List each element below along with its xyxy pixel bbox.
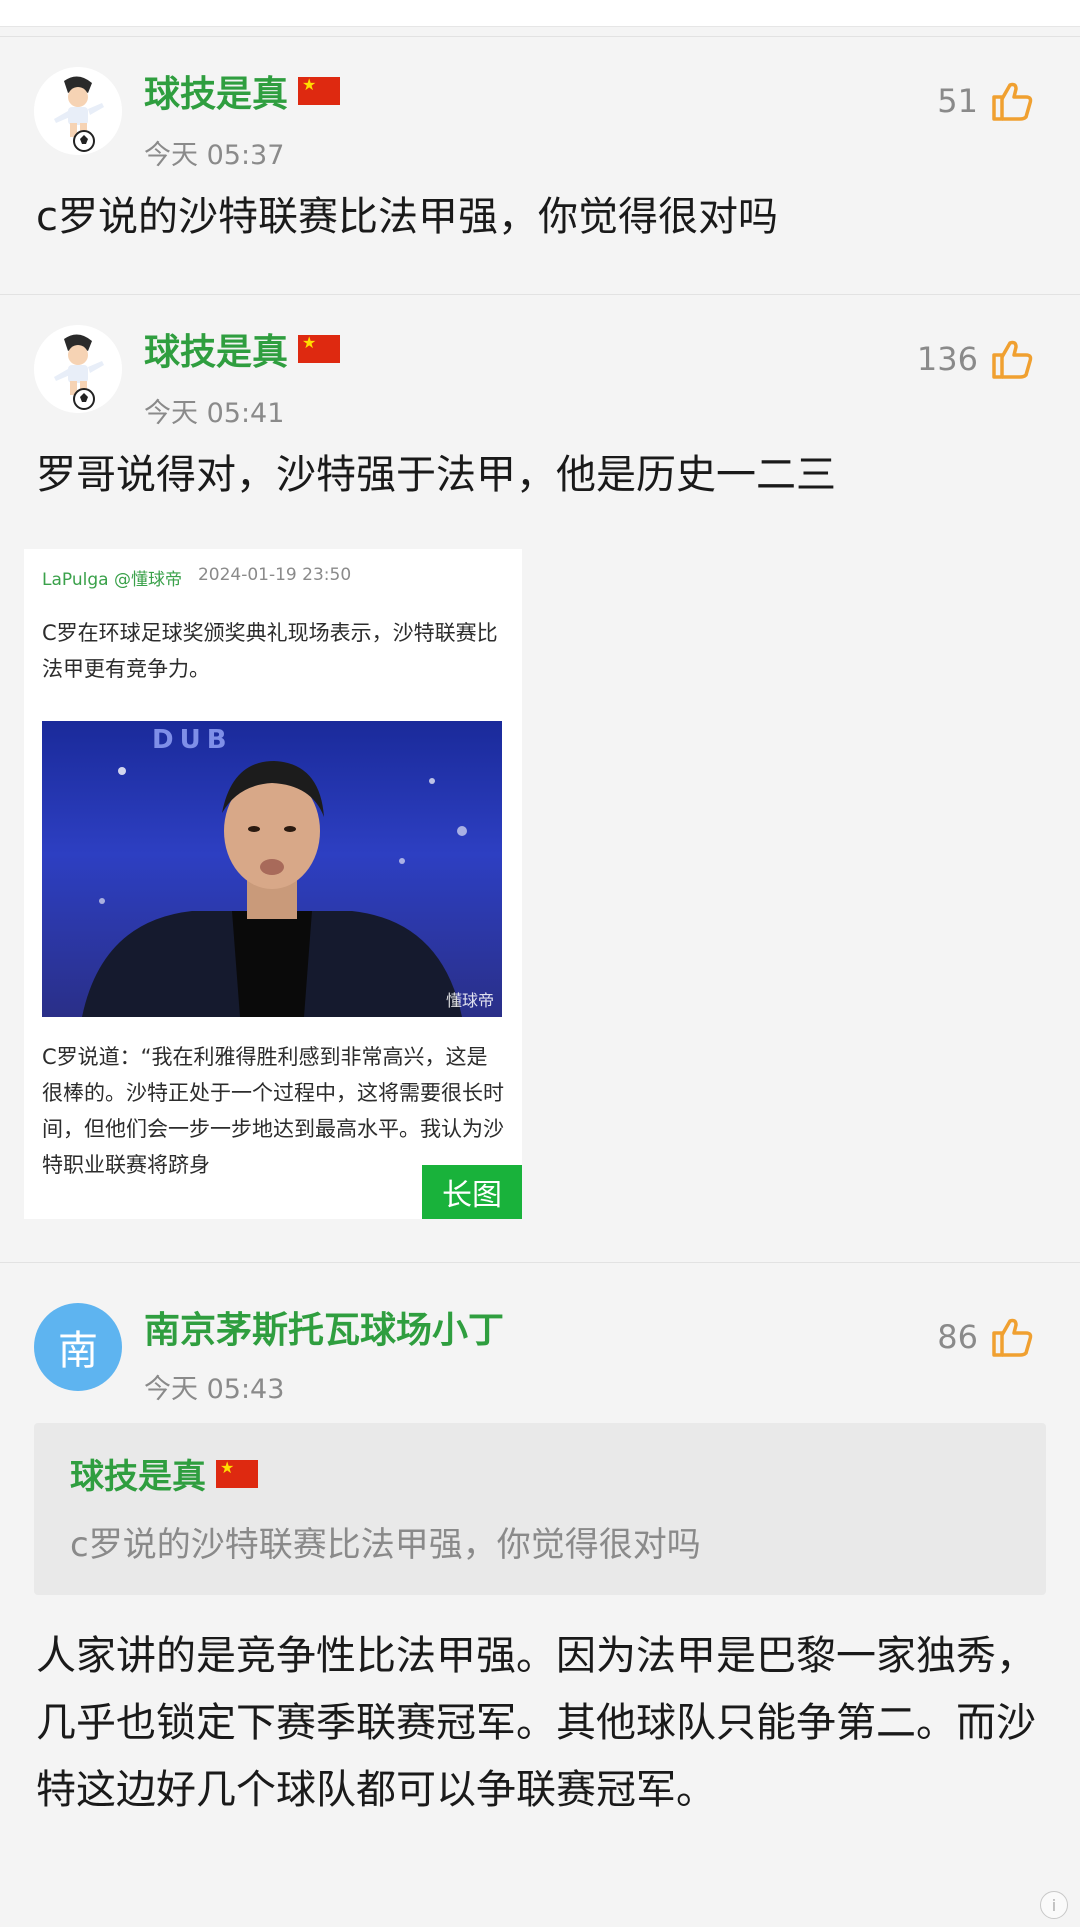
comment-text: 人家讲的是竞争性比法甲强。因为法甲是巴黎一家独秀，几乎也锁定下赛季联赛冠军。其他…	[36, 1633, 1036, 1813]
image-header: LaPulga @懂球帝 2024-01-19 23:50	[42, 565, 351, 590]
china-flag-icon: ★	[298, 76, 341, 105]
long-image-badge: 长图	[422, 1165, 522, 1219]
timestamp: 今天 05:43	[144, 1374, 285, 1405]
username[interactable]: 南京茅斯托瓦球场小丁	[144, 1301, 504, 1353]
comment-item: 南 南京茅斯托瓦球场小丁 今天 05:43 86 球技是真 ★ c罗说的沙特联赛…	[0, 1262, 1080, 1923]
timestamp: 今天 05:41	[144, 398, 285, 429]
quoted-username[interactable]: 球技是真 ★	[70, 1449, 258, 1498]
china-flag-icon: ★	[216, 1458, 258, 1488]
photo-bg-text: DUB	[152, 725, 233, 755]
quoted-comment[interactable]: 球技是真 ★ c罗说的沙特联赛比法甲强，你觉得很对吗	[34, 1423, 1046, 1595]
avatar[interactable]	[34, 67, 122, 155]
image-paragraph: C罗在环球足球奖颁奖典礼现场表示，沙特联赛比法甲更有竞争力。	[42, 621, 498, 681]
username[interactable]: 球技是真 ★	[144, 323, 341, 375]
photo-watermark: 懂球帝	[445, 991, 494, 1010]
username-text[interactable]: 球技是真	[144, 323, 288, 375]
username-text[interactable]: 南京茅斯托瓦球场小丁	[144, 1301, 504, 1353]
image-paragraph: C罗说道：“我在利雅得胜利感到非常高兴，这是很棒的。沙特正处于一个过程中，这将需…	[42, 1045, 504, 1177]
ronaldo-photo: DUB 懂球帝	[42, 721, 502, 1017]
cartoon-soccer-player-icon	[34, 67, 122, 155]
comment-text: 罗哥说得对，沙特强于法甲，他是历史一二三	[36, 452, 836, 498]
image-date: 2024-01-19 23:50	[197, 565, 352, 585]
ronaldo-portrait-icon	[82, 761, 467, 1017]
username-text[interactable]: 球技是真	[144, 65, 288, 117]
timestamp: 今天 05:37	[144, 140, 285, 171]
china-flag-icon: ★	[298, 334, 341, 363]
thumbs-up-icon	[992, 1318, 1033, 1357]
like-button[interactable]: 86	[937, 1313, 1036, 1361]
quoted-username-text[interactable]: 球技是真	[70, 1449, 206, 1498]
like-button[interactable]: 136	[917, 335, 1036, 383]
info-icon[interactable]: i	[1040, 1891, 1068, 1919]
comment-text: c罗说的沙特联赛比法甲强，你觉得很对吗	[36, 194, 778, 240]
username[interactable]: 球技是真 ★	[144, 65, 341, 117]
top-strip	[0, 0, 1080, 27]
avatar[interactable]: 南	[34, 1303, 122, 1391]
thumbs-up-icon	[992, 340, 1033, 379]
like-button[interactable]: 51	[937, 77, 1036, 125]
like-count: 86	[937, 1318, 978, 1356]
cartoon-soccer-player-icon	[34, 325, 122, 413]
quoted-text: c罗说的沙特联赛比法甲强，你觉得很对吗	[70, 1525, 701, 1565]
image-source: LaPulga @懂球帝	[42, 570, 182, 590]
avatar[interactable]	[34, 325, 122, 413]
like-count: 51	[937, 82, 978, 120]
like-count: 136	[916, 340, 978, 378]
comment-item: 球技是真 ★ 今天 05:37 51 c罗说的沙特联赛比法甲强，你觉得很对吗	[0, 36, 1080, 293]
attached-long-image[interactable]: LaPulga @懂球帝 2024-01-19 23:50 C罗在环球足球奖颁奖…	[24, 549, 522, 1219]
thumbs-up-icon	[992, 82, 1033, 121]
comment-item: 球技是真 ★ 今天 05:41 136 罗哥说得对，沙特强于法甲，他是历史一二三…	[0, 294, 1080, 1261]
